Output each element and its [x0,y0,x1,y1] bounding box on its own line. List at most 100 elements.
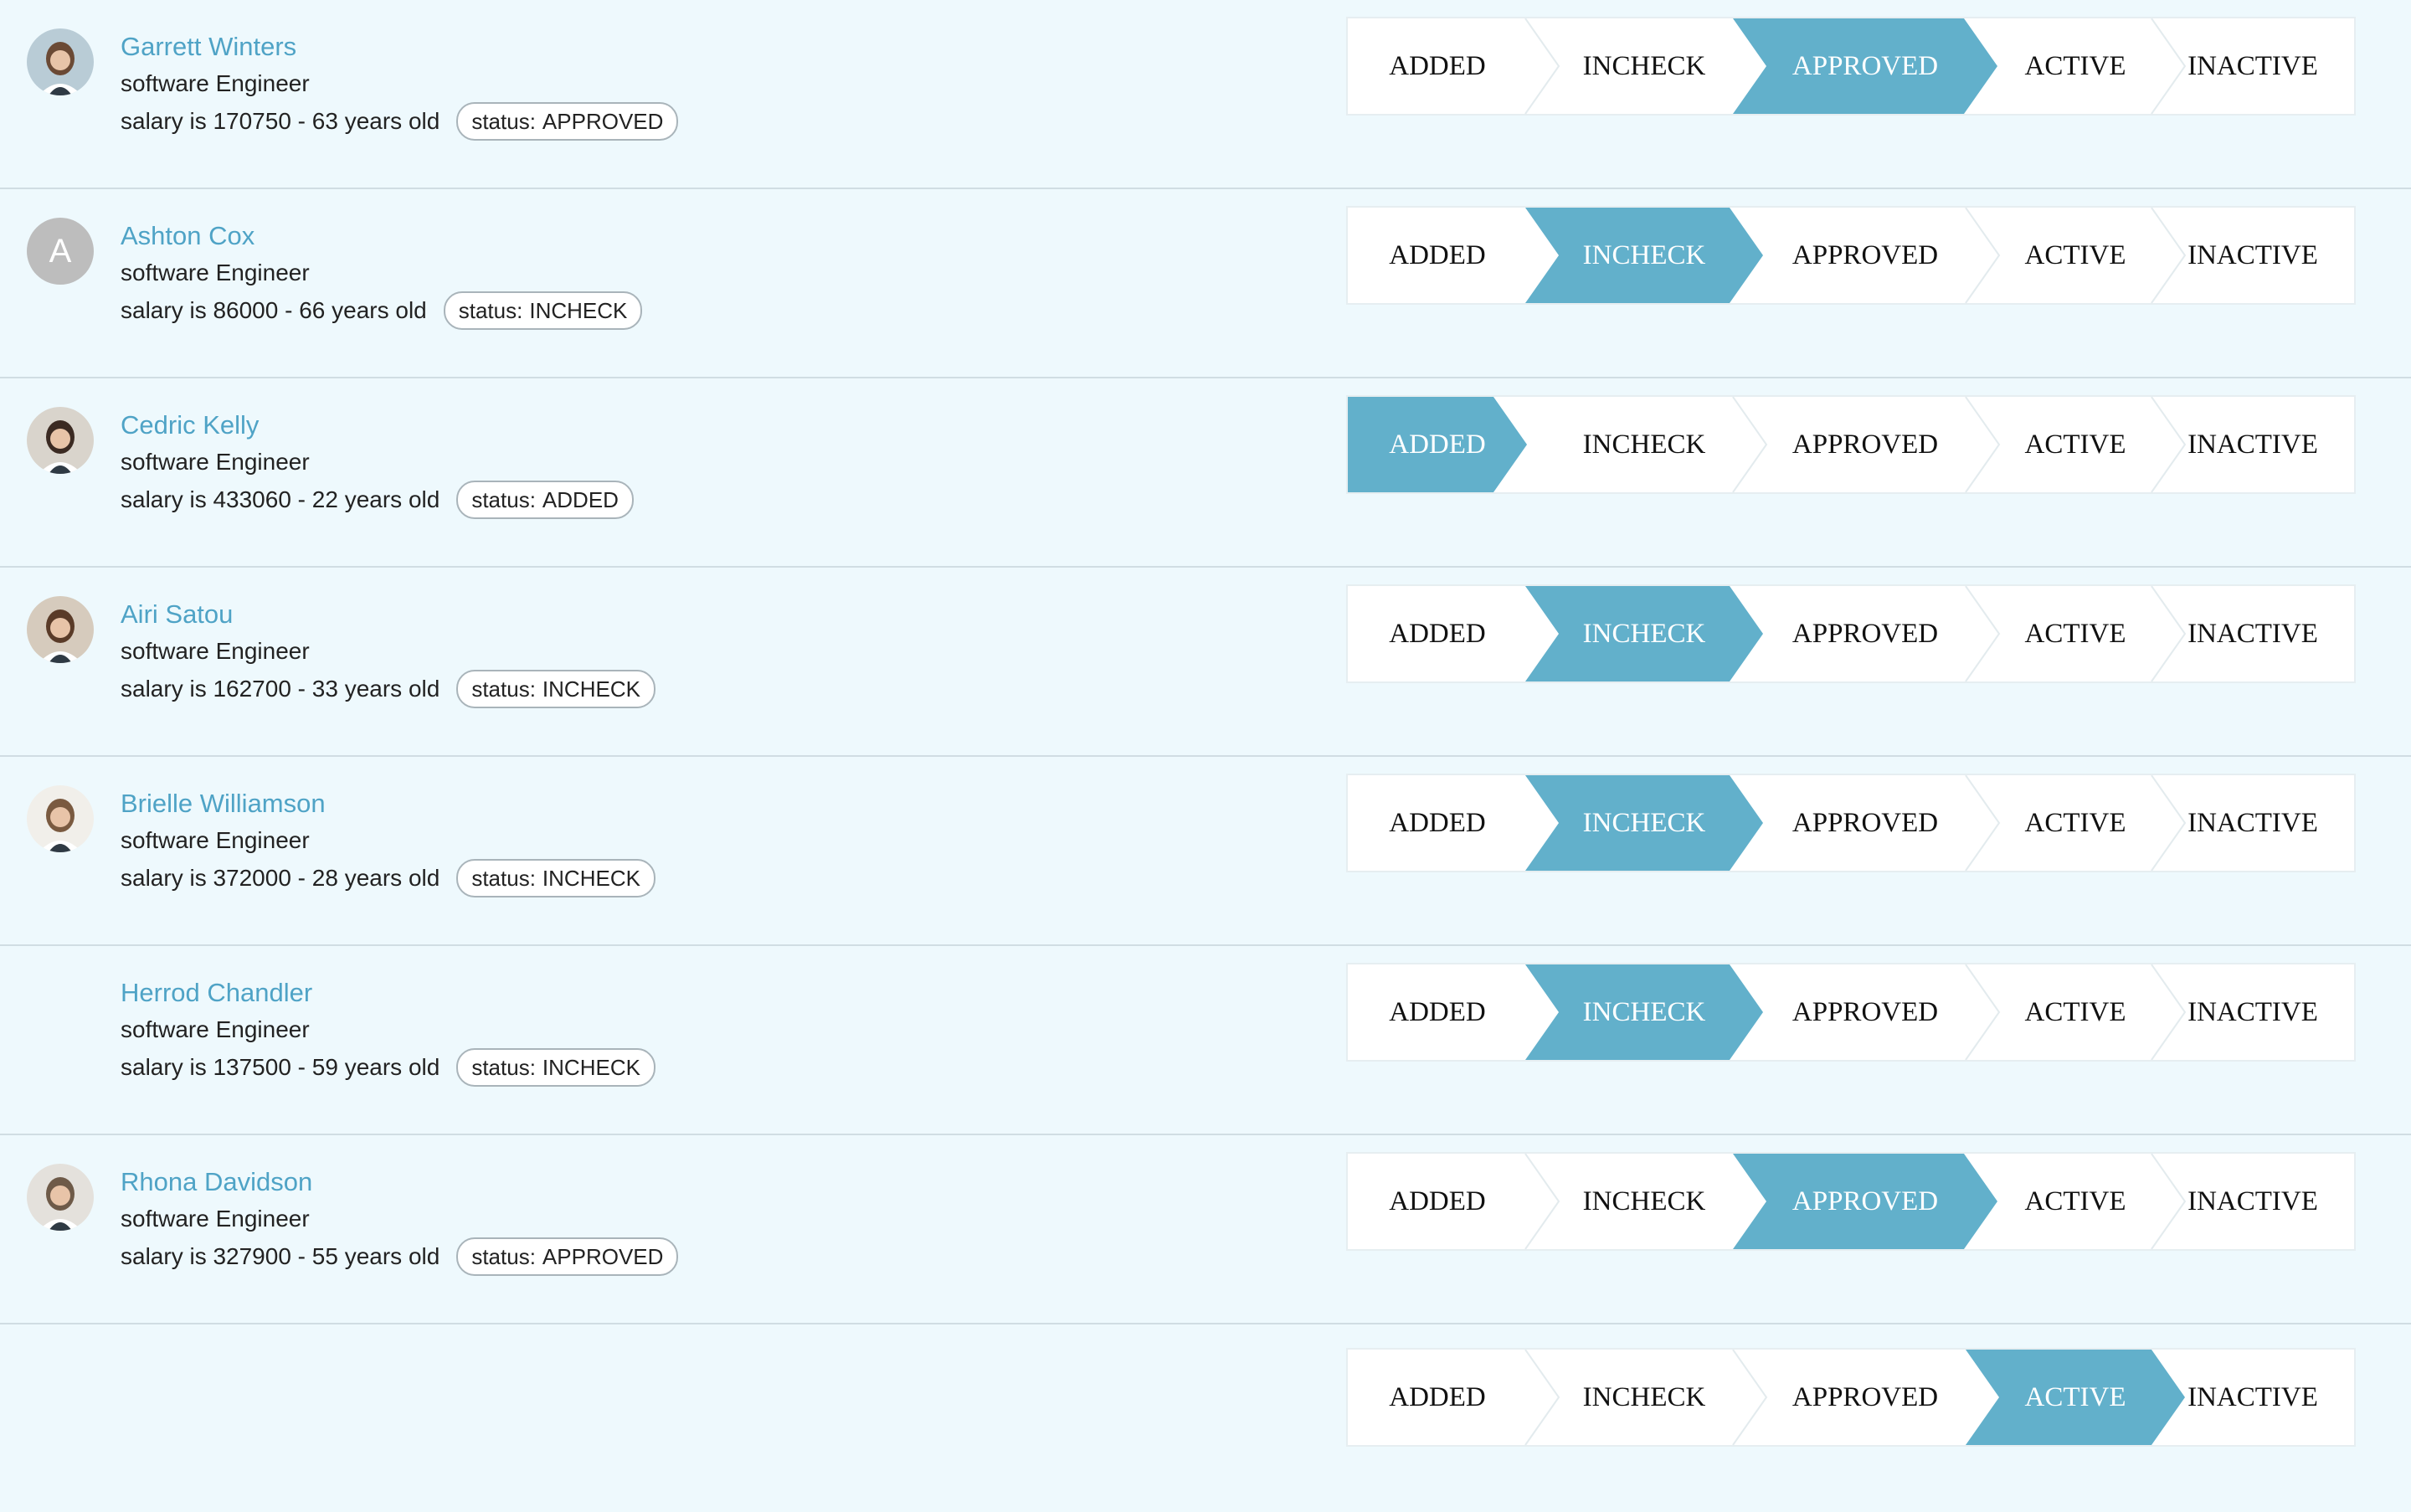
step-approved[interactable]: APPROVED [1733,964,1997,1060]
status-badge-value: INCHECK [542,1054,640,1080]
status-badge-prefix: status: [471,676,536,702]
step-approved[interactable]: APPROVED [1733,1350,1997,1445]
list-item: Herrod Chandler software Engineer salary i… [0,946,2411,1135]
employee-info: salary is 372000 - 28 years old status: IN… [121,859,655,897]
status-stepper: ADDED INCHECK APPROVED ACTIVE INACTIVE [1346,963,2356,1062]
employee-name-link[interactable]: Brielle Williamson [121,790,326,816]
step-approved[interactable]: APPROVED [1733,1154,1997,1249]
salary-age-text: salary is 162700 - 33 years old [121,676,440,702]
employee-role: software Engineer [121,70,310,96]
salary-age-text: salary is 170750 - 63 years old [121,108,440,134]
avatar [27,785,94,852]
step-added[interactable]: ADDED [1348,1154,1527,1249]
status-stepper: ADDED INCHECK APPROVED ACTIVE INACTIVE [1346,17,2356,116]
employee-info: salary is 433060 - 22 years old status: AD… [121,481,634,519]
status-badge-prefix: status: [471,486,536,512]
step-incheck[interactable]: INCHECK [1525,775,1763,871]
step-incheck[interactable]: INCHECK [1525,964,1763,1060]
step-inactive[interactable]: INACTIVE [2151,964,2354,1060]
avatar: A [27,218,94,285]
status-stepper: ADDED INCHECK APPROVED ACTIVE INACTIVE [1346,584,2356,683]
status-badge-value: APPROVED [542,108,664,134]
step-inactive[interactable]: INACTIVE [2151,775,2354,871]
step-inactive[interactable]: INACTIVE [2151,208,2354,303]
status-badge: status: APPROVED [456,1237,679,1276]
status-badge-value: ADDED [542,486,619,512]
step-added[interactable]: ADDED [1348,208,1527,303]
step-approved[interactable]: APPROVED [1733,586,1997,681]
status-badge: status: INCHECK [456,1048,655,1087]
status-stepper: ADDED INCHECK APPROVED ACTIVE INACTIVE [1346,774,2356,872]
step-inactive[interactable]: INACTIVE [2151,18,2354,114]
step-added[interactable]: ADDED [1348,964,1527,1060]
employee-role: software Engineer [121,1016,310,1042]
person-photo-icon [27,407,94,474]
step-approved[interactable]: APPROVED [1733,18,1997,114]
step-inactive[interactable]: INACTIVE [2151,586,2354,681]
person-photo-icon [27,1164,94,1231]
avatar [27,1164,94,1231]
salary-age-text: salary is 327900 - 55 years old [121,1243,440,1269]
step-added[interactable]: ADDED [1348,1350,1527,1445]
status-stepper: ADDED INCHECK APPROVED ACTIVE INACTIVE [1346,1152,2356,1251]
status-stepper: ADDED INCHECK APPROVED ACTIVE INACTIVE [1346,395,2356,494]
status-stepper: ADDED INCHECK APPROVED ACTIVE INACTIVE [1346,1348,2356,1447]
status-stepper: ADDED INCHECK APPROVED ACTIVE INACTIVE [1346,206,2356,305]
status-badge-prefix: status: [471,108,536,134]
employee-info: salary is 170750 - 63 years old status: AP… [121,102,679,141]
status-badge-value: INCHECK [529,297,628,323]
list-item: A Ashton Cox software Engineer salary is 86… [0,189,2411,378]
step-added[interactable]: ADDED [1348,586,1527,681]
step-incheck[interactable]: INCHECK [1525,397,1763,492]
step-added[interactable]: ADDED [1348,18,1527,114]
avatar [27,975,94,1041]
status-badge: status: APPROVED [456,102,679,141]
status-badge-value: INCHECK [542,865,640,891]
avatar [27,407,94,474]
step-incheck[interactable]: INCHECK [1525,208,1763,303]
person-photo-icon [27,28,94,95]
list-item: Rhona Davidson software Engineer salary is… [0,1135,2411,1324]
step-incheck[interactable]: INCHECK [1525,586,1763,681]
avatar [27,28,94,95]
employee-info: salary is 137500 - 59 years old status: IN… [121,1048,655,1087]
step-inactive[interactable]: INACTIVE [2151,397,2354,492]
step-approved[interactable]: APPROVED [1733,397,1997,492]
status-badge-prefix: status: [458,297,523,323]
step-approved[interactable]: APPROVED [1733,775,1997,871]
employee-name-link[interactable]: Rhona Davidson [121,1169,312,1195]
list-item: Garrett Winters software Engineer salary i… [0,0,2411,189]
status-badge-prefix: status: [471,1243,536,1269]
step-incheck[interactable]: INCHECK [1525,1350,1763,1445]
employee-name-link[interactable]: Cedric Kelly [121,412,259,438]
employee-name-link[interactable]: Airi Satou [121,601,233,627]
person-photo-icon [27,596,94,663]
step-added[interactable]: ADDED [1348,775,1527,871]
salary-age-text: salary is 433060 - 22 years old [121,486,440,512]
status-badge-value: APPROVED [542,1243,664,1269]
step-added[interactable]: ADDED [1348,397,1527,492]
status-badge: status: ADDED [456,481,634,519]
employee-role: software Engineer [121,1206,310,1232]
list-item: Cedric Kelly software Engineer salary is 4… [0,378,2411,568]
step-inactive[interactable]: INACTIVE [2151,1350,2354,1445]
employee-role: software Engineer [121,260,310,285]
employee-name-link[interactable]: Garrett Winters [121,33,296,59]
step-incheck[interactable]: INCHECK [1525,1154,1763,1249]
step-incheck[interactable]: INCHECK [1525,18,1763,114]
employee-info: salary is 86000 - 66 years old status: INC… [121,291,643,330]
salary-age-text: salary is 137500 - 59 years old [121,1054,440,1080]
employee-info: salary is 327900 - 55 years old status: AP… [121,1237,679,1276]
status-badge: status: INCHECK [456,859,655,897]
status-badge-prefix: status: [471,1054,536,1080]
employee-name-link[interactable]: Ashton Cox [121,223,254,249]
employee-name-link[interactable]: Herrod Chandler [121,980,312,1005]
status-badge-prefix: status: [471,865,536,891]
step-inactive[interactable]: INACTIVE [2151,1154,2354,1249]
list-item: Airi Satou software Engineer salary is 162… [0,568,2411,757]
avatar [27,596,94,663]
employee-role: software Engineer [121,449,310,475]
list-item: ADDED INCHECK APPROVED ACTIVE INACTIVE [0,1324,2411,1512]
salary-age-text: salary is 372000 - 28 years old [121,865,440,891]
step-approved[interactable]: APPROVED [1733,208,1997,303]
